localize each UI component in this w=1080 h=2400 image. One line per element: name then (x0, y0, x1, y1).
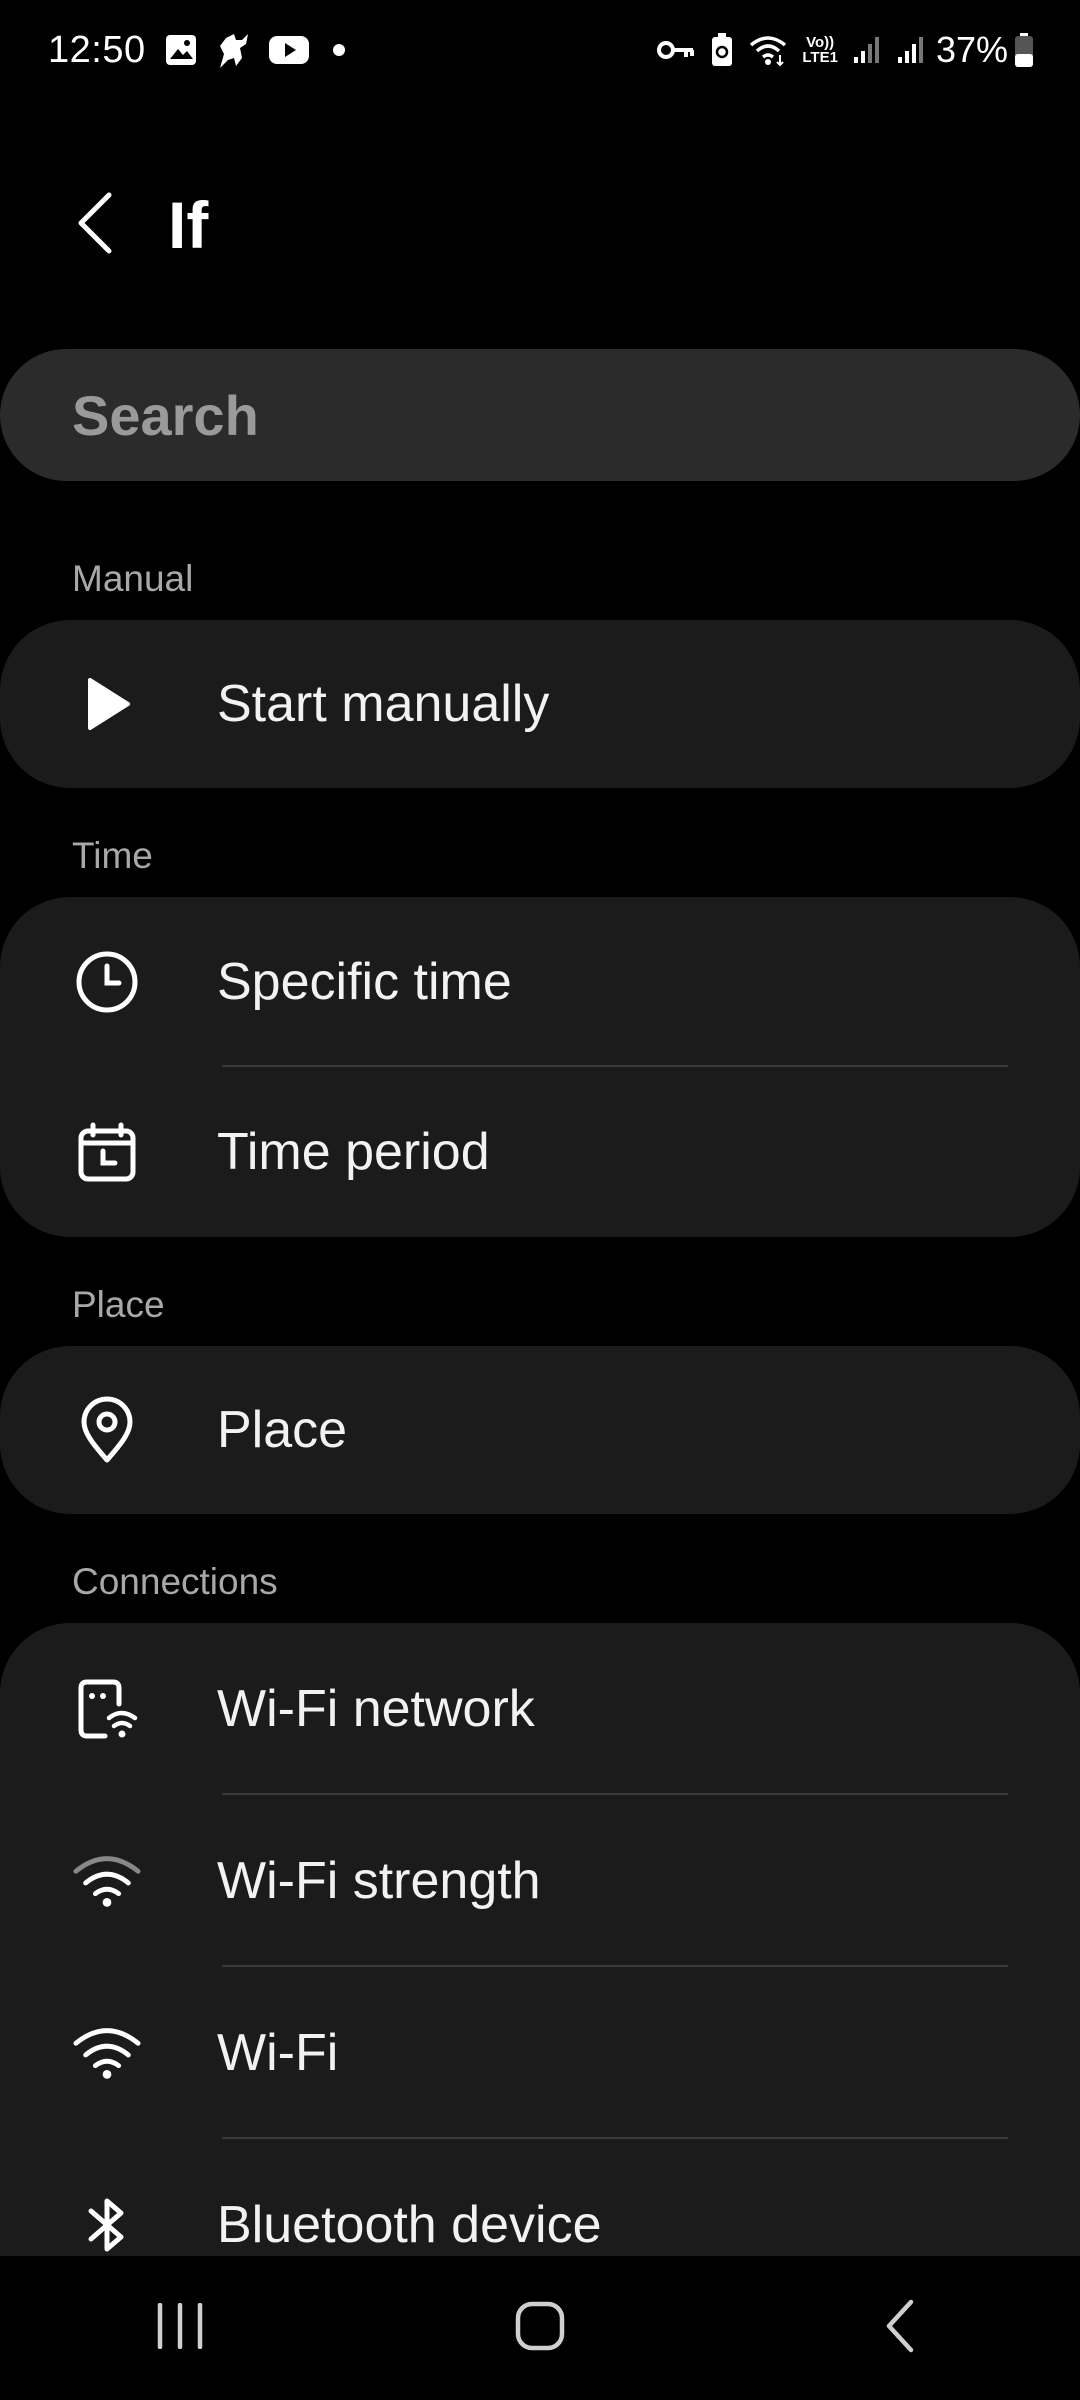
list-item-label: Start manually (217, 675, 550, 733)
bluetooth-icon (72, 2190, 142, 2260)
wifi-network-icon (72, 1674, 142, 1744)
list-item-label: Wi-Fi (217, 2024, 339, 2082)
list-item-time-period[interactable]: Time period (0, 1067, 1080, 1237)
play-icon (72, 669, 142, 739)
list-item-place[interactable]: Place (0, 1346, 1080, 1514)
section-label-connections: Connections (72, 1561, 278, 1602)
back-button[interactable] (40, 170, 150, 280)
card-place: Place (0, 1346, 1080, 1514)
page-title: If (168, 188, 209, 262)
gallery-icon (164, 33, 198, 67)
volte-label-bottom: LTE1 (802, 49, 838, 66)
dot-icon (332, 43, 346, 57)
section-label-manual: Manual (72, 558, 194, 599)
section-label-place: Place (72, 1284, 165, 1325)
list-item-label: Bluetooth device (217, 2196, 602, 2254)
horse-icon (212, 30, 254, 70)
list-item-wifi-strength[interactable]: Wi-Fi strength (0, 1795, 1080, 1967)
header: If (0, 170, 1080, 280)
status-right: Vo)) LTE1 37% (642, 29, 1034, 71)
volte-icon: Vo)) LTE1 (802, 35, 838, 65)
screen: 12:50 Vo)) LTE1 37% If Search Manual Sta… (0, 0, 1080, 2400)
wifi-strength-icon (72, 1846, 142, 1916)
recents-button[interactable] (90, 2268, 270, 2388)
recents-icon (154, 2302, 206, 2354)
search-placeholder: Search (72, 383, 259, 447)
location-pin-icon (72, 1395, 142, 1465)
section-label-time: Time (72, 835, 153, 876)
volte-label-top: Vo)) (806, 34, 835, 51)
status-time: 12:50 (48, 28, 146, 71)
wifi-icon (72, 2018, 142, 2088)
youtube-icon (268, 34, 310, 66)
list-item-specific-time[interactable]: Specific time (0, 897, 1080, 1067)
battery-saver-icon (710, 32, 734, 68)
list-item-wifi[interactable]: Wi-Fi (0, 1967, 1080, 2139)
wifi-icon (748, 33, 788, 67)
list-item-label: Time period (217, 1123, 490, 1181)
home-button[interactable] (450, 2268, 630, 2388)
back-nav-button[interactable] (810, 2268, 990, 2388)
list-item-label: Specific time (217, 953, 512, 1011)
home-icon (514, 2300, 566, 2357)
calendar-clock-icon (72, 1117, 142, 1187)
navigation-bar (0, 2256, 1080, 2400)
clock-icon (72, 947, 142, 1017)
vpn-key-icon (656, 38, 696, 62)
card-connections: Wi-Fi network Wi-Fi strength Wi-Fi Bluet… (0, 1623, 1080, 2343)
list-item-label: Place (217, 1401, 348, 1459)
search-input[interactable]: Search (0, 349, 1080, 481)
back-arrow-icon (75, 191, 115, 260)
status-left: 12:50 (48, 29, 346, 72)
card-time: Specific time Time period (0, 897, 1080, 1237)
battery-percent: 37% (935, 29, 1008, 70)
list-item-start-manually[interactable]: Start manually (0, 620, 1080, 788)
list-item-wifi-network[interactable]: Wi-Fi network (0, 1623, 1080, 1795)
back-icon (883, 2298, 917, 2359)
signal-icon (852, 35, 882, 65)
battery-icon (1014, 32, 1034, 68)
list-item-label: Wi-Fi network (217, 1680, 535, 1738)
list-item-label: Wi-Fi strength (217, 1852, 541, 1910)
status-bar: 12:50 Vo)) LTE1 37% (0, 0, 1080, 100)
card-manual: Start manually (0, 620, 1080, 788)
signal-icon (896, 35, 926, 65)
